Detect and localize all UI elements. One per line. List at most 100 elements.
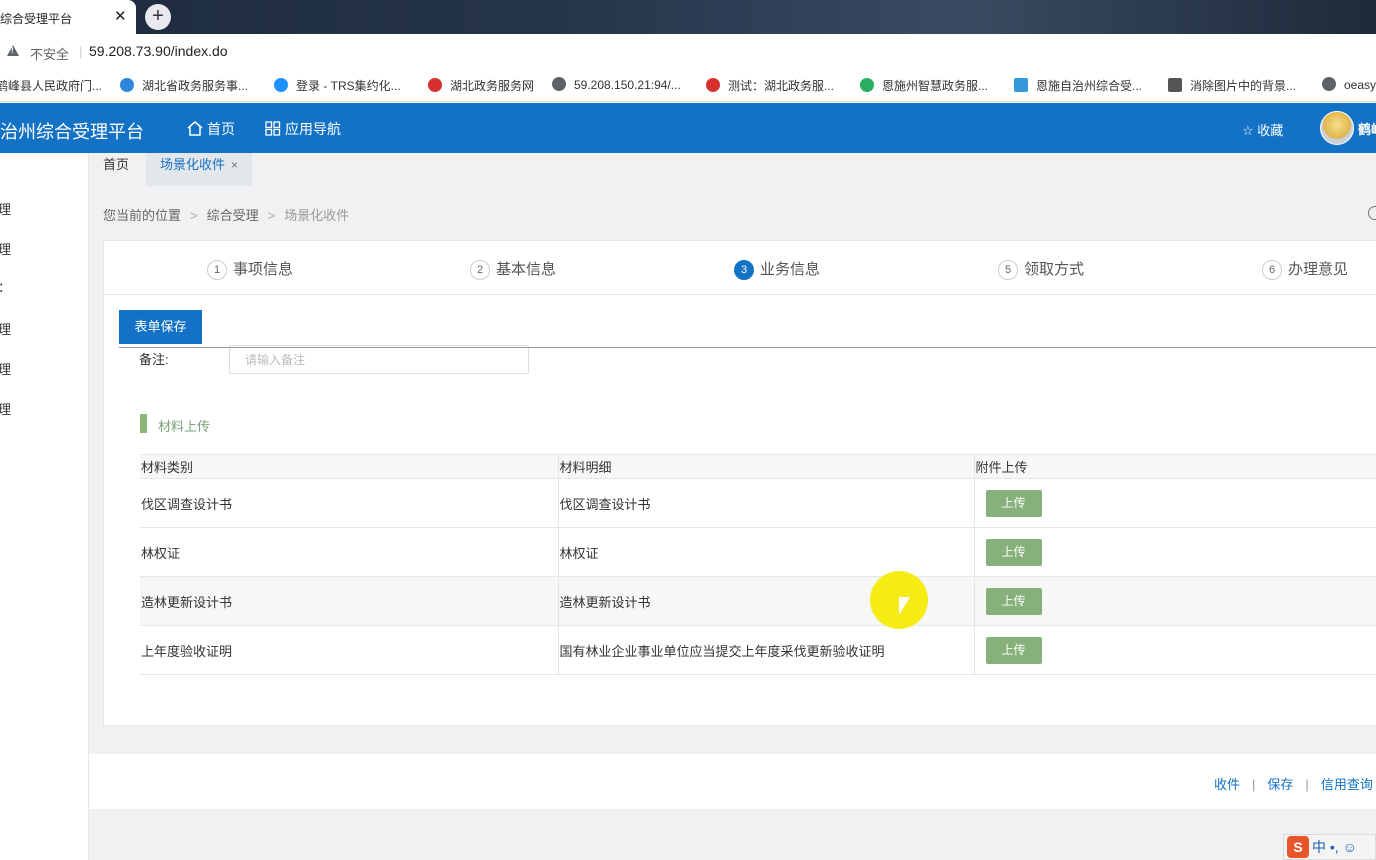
favorites-button[interactable]: ☆ 收藏 (1242, 120, 1283, 139)
globe-icon (1322, 77, 1336, 91)
tab-home[interactable]: 首页 (89, 153, 143, 186)
breadcrumb-separator: > (267, 208, 276, 223)
browser-tab-title: 综合受理平台 (0, 12, 73, 26)
bookmark-item[interactable]: 测试：湖北政务服... (706, 77, 834, 94)
new-tab-button[interactable]: + (145, 4, 171, 30)
breadcrumb-label: 您当前的位置 (103, 208, 182, 223)
bookmark-item[interactable]: 消除图片中的背景... (1168, 77, 1296, 94)
site-icon (860, 78, 874, 92)
sidebar: 理 理 ： 理 理 理 (0, 153, 89, 860)
bookmark-label: 测试：湖北政务服... (728, 79, 835, 93)
material-category: 上年度验收证明 (140, 625, 558, 675)
ime-toolbar[interactable]: S中 •, ☺ (1283, 834, 1376, 860)
step-item[interactable]: 2 基本信息 (470, 258, 556, 280)
security-status[interactable]: 不安全 (30, 44, 69, 63)
bookmark-label: 湖北政务服务网 (450, 79, 535, 93)
sidebar-item[interactable]: 理 (0, 399, 11, 418)
step-label: 领取方式 (1024, 261, 1085, 278)
sidebar-item[interactable]: ： (0, 277, 11, 296)
footer-separator: | (1305, 777, 1309, 792)
upload-button[interactable]: 上传 (985, 636, 1042, 664)
breadcrumb-current: 场景化收件 (284, 208, 350, 223)
page-tabs: 首页 场景化收件 × (89, 153, 1376, 186)
url-text[interactable]: 59.208.73.90/index.do (89, 43, 228, 59)
user-name[interactable]: 鹤峰 (1358, 119, 1376, 138)
upload-cell: 上传 (973, 625, 1376, 675)
footer-action-bar: 收件 | 保存 | 信用查询 (89, 754, 1376, 809)
browser-tab[interactable]: 综合受理平台 ✕ (0, 0, 136, 34)
globe-icon (552, 77, 566, 91)
table-row: 林权证 林权证 上传 (140, 527, 1376, 577)
column-header: 附件上传 (973, 454, 1376, 479)
step-item[interactable]: 5 领取方式 (998, 258, 1084, 280)
nav-home[interactable]: 首页 (187, 119, 235, 139)
step-label: 业务信息 (760, 261, 821, 278)
sidebar-item[interactable]: 理 (0, 359, 11, 378)
nav-app-navigation[interactable]: 应用导航 (265, 119, 341, 139)
tab-label: 首页 (103, 157, 130, 172)
bookmarks-bar: 鹤峰县人民政府门... 湖北省政务服务事... 登录 - TRS集约化... 湖… (0, 68, 1376, 102)
breadcrumb-separator: > (190, 208, 198, 223)
credit-query-link[interactable]: 信用查询 (1321, 777, 1373, 792)
step-number: 1 (207, 260, 227, 280)
avatar[interactable] (1320, 111, 1354, 145)
upload-button[interactable]: 上传 (985, 538, 1042, 566)
cursor-pointer-icon (898, 596, 911, 616)
table-header-row: 材料类别 材料明细 附件上传 (140, 454, 1376, 479)
grid-icon (265, 121, 281, 136)
browser-tab-strip: 综合受理平台 ✕ + (0, 0, 1376, 34)
divider (119, 347, 1376, 348)
step-item[interactable]: 1 事项信息 (207, 258, 293, 280)
section-marker (140, 414, 147, 433)
warning-icon[interactable] (7, 45, 19, 56)
material-detail: 国有林业企业事业单位应当提交上年度采伐更新验收证明 (557, 625, 974, 675)
favorites-label: 收藏 (1257, 123, 1284, 138)
sidebar-item[interactable]: 理 (0, 319, 11, 338)
remark-label: 备注: (139, 352, 169, 367)
breadcrumb-item[interactable]: 综合受理 (207, 208, 259, 223)
sidebar-item[interactable]: 理 (0, 239, 11, 258)
material-category: 造林更新设计书 (140, 576, 558, 626)
upload-button[interactable]: 上传 (985, 587, 1042, 615)
step-number: 5 (998, 260, 1018, 280)
save-link[interactable]: 保存 (1267, 777, 1293, 792)
bookmark-label: 恩施自治州综合受... (1036, 79, 1143, 93)
section-title: 材料上传 (158, 419, 211, 434)
bookmark-item[interactable]: 恩施自治州综合受... (1014, 77, 1142, 94)
bookmark-item[interactable]: oeasy (1322, 77, 1376, 92)
ime-status[interactable]: 中 •, ☺ (1312, 839, 1357, 855)
site-icon (428, 78, 442, 92)
bookmark-label: 登录 - TRS集约化... (296, 79, 401, 93)
close-tab-icon[interactable]: ✕ (114, 7, 127, 25)
close-icon[interactable]: × (231, 158, 238, 172)
nav-apps-label: 应用导航 (285, 121, 341, 137)
address-bar[interactable]: 不安全 | 59.208.73.90/index.do (0, 34, 1376, 68)
bookmark-label: 恩施州智慧政务服... (882, 79, 989, 93)
bookmark-item[interactable]: 恩施州智慧政务服... (860, 77, 988, 94)
tab-scenario-intake[interactable]: 场景化收件 × (146, 153, 253, 186)
bookmark-item[interactable]: 59.208.150.21:94/... (552, 77, 681, 92)
step-number: 6 (1262, 260, 1282, 280)
bookmark-label: 59.208.150.21:94/... (574, 78, 681, 92)
upload-button[interactable]: 上传 (985, 489, 1042, 517)
bulb-icon[interactable] (1368, 206, 1376, 220)
table-row: 造林更新设计书 造林更新设计书 上传 (140, 576, 1376, 626)
bookmark-item[interactable]: 鹤峰县人民政府门... (0, 77, 102, 94)
bookmark-item[interactable]: 登录 - TRS集约化... (274, 77, 401, 94)
remark-input[interactable] (229, 345, 529, 374)
table-row: 上年度验收证明 国有林业企业事业单位应当提交上年度采伐更新验收证明 上传 (140, 625, 1376, 675)
receive-link[interactable]: 收件 (1214, 777, 1240, 792)
form-save-button[interactable]: 表单保存 (119, 310, 202, 344)
step-label: 事项信息 (233, 261, 294, 278)
home-icon (187, 121, 203, 136)
step-label: 基本信息 (496, 261, 557, 278)
upload-cell: 上传 (973, 527, 1376, 577)
main-card: 1 事项信息 2 基本信息 3 业务信息 5 领取方式 6 办理意见 表单保存 备注: 材… (103, 240, 1376, 726)
bookmark-item[interactable]: 湖北省政务服务事... (120, 77, 248, 94)
step-label: 办理意见 (1288, 261, 1349, 278)
bookmark-item[interactable]: 湖北政务服务网 (428, 77, 534, 94)
step-item[interactable]: 6 办理意见 (1262, 258, 1348, 280)
sidebar-item[interactable]: 理 (0, 199, 11, 218)
app-title: 治州综合受理平台 (0, 122, 144, 142)
step-item-active[interactable]: 3 业务信息 (734, 258, 820, 280)
